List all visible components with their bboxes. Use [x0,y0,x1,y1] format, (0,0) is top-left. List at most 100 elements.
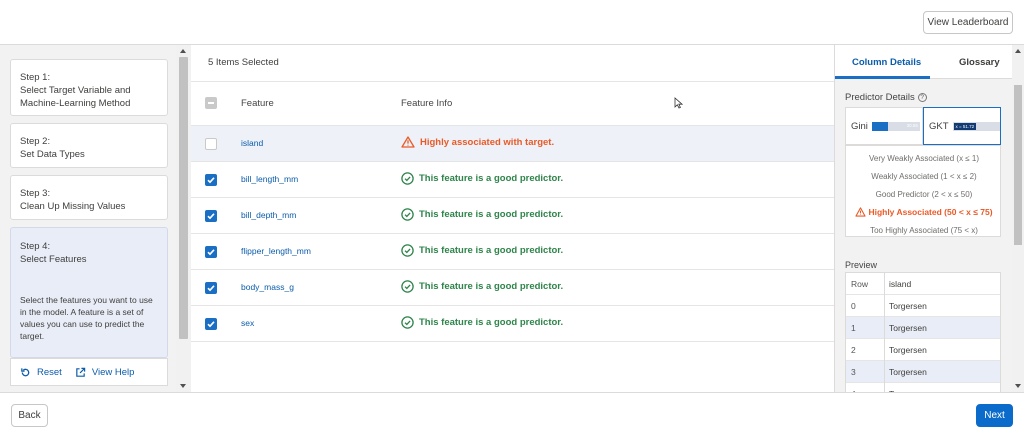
mouse-cursor-icon [674,97,683,109]
feature-name[interactable]: bill_length_mm [241,174,298,184]
select-all-checkbox[interactable] [205,97,217,109]
preview-row: 3 Torgersen [846,361,1000,383]
scroll-up-arrow-icon[interactable] [180,49,186,53]
scroll-down-arrow-icon[interactable] [180,384,186,388]
feature-info: This feature is a good predictor. [401,244,563,257]
step-actions: Reset View Help [10,358,168,386]
top-bar: View Leaderboard [0,0,1024,45]
predictor-details-title: Predictor Details ? [845,92,927,103]
gini-bar: 30.55 [871,121,920,131]
row-checkbox[interactable] [205,282,217,294]
check-circle-icon [401,316,414,329]
feature-info-text: This feature is a good predictor. [419,173,564,184]
feature-info: This feature is a good predictor. [401,172,563,185]
legend-too-high: Too Highly Associated (75 < x) [870,226,978,235]
step-title: Clean Up Missing Values [20,201,126,212]
preview-col-island: island [889,279,912,289]
table-row[interactable]: body_mass_g This feature is a good predic… [191,270,834,306]
preview-row: 1 Torgersen [846,317,1000,339]
tab-glossary[interactable]: Glossary [959,57,1000,68]
preview-row-index: 0 [851,301,856,311]
step-number: Step 1: [20,72,51,83]
row-checkbox[interactable] [205,174,217,186]
feature-info-text: This feature is a good predictor. [419,317,564,328]
table-row[interactable]: bill_length_mm This feature is a good pre… [191,162,834,198]
col-header-feature-info: Feature Info [401,98,453,109]
step-1-card[interactable]: Step 1: Select Target Variable and Machi… [10,59,168,116]
preview-header-row: Row island [846,273,1000,295]
preview-row-value: Torgersen [889,301,927,311]
gkt-metric[interactable]: GKT x = 51.72 [923,107,1001,145]
gini-metric[interactable]: Gini 30.55 [845,107,923,145]
gkt-label: GKT [929,120,949,132]
help-icon[interactable]: ? [917,93,927,102]
feature-table-area: 5 Items Selected Feature Feature Info is… [191,45,834,392]
reset-link[interactable]: Reset [20,367,62,378]
table-row[interactable]: bill_depth_mm This feature is a good pred… [191,198,834,234]
warning-icon [401,136,415,148]
scrollbar-thumb[interactable] [179,57,188,339]
external-link-icon [76,367,86,377]
step-number: Step 3: [20,188,51,199]
gini-bar-fill [871,121,888,131]
preview-title: Preview [845,260,878,270]
preview-row-index: 3 [851,367,856,377]
check-circle-icon [401,244,414,257]
table-row[interactable]: sex This feature is a good predictor. [191,306,834,342]
next-button[interactable]: Next [976,404,1013,427]
association-legend: Very Weakly Associated (x ≤ 1) Weakly As… [845,145,1001,237]
view-help-link[interactable]: View Help [75,366,135,378]
row-checkbox[interactable] [205,246,217,258]
preview-row: 2 Torgersen [846,339,1000,361]
preview-row-value: Torgersen [889,323,927,333]
details-tabs: Column Details Glossary [835,45,1012,79]
preview-row-index: 1 [851,323,856,333]
preview-col-row: Row [851,279,869,289]
legend-weak: Weakly Associated (1 < x ≤ 2) [871,172,977,181]
legend-high-label: Highly Associated (50 < x ≤ 75) [868,207,993,217]
step-3-card[interactable]: Step 3: Clean Up Missing Values [10,175,168,220]
steps-scrollbar[interactable] [176,45,191,392]
feature-name[interactable]: island [241,138,263,148]
step-2-card[interactable]: Step 2: Set Data Types [10,123,168,168]
preview-row: 4Torgersen [846,383,1000,392]
feature-name[interactable]: body_mass_g [241,282,294,292]
step-number: Step 4: [20,241,51,252]
scroll-up-arrow-icon[interactable] [1014,49,1021,53]
feature-info-text: Highly associated with target. [420,136,555,148]
reset-icon [21,367,30,376]
step-title: Select Target Variable and Machine-Learn… [20,85,131,109]
feature-info: This feature is a good predictor. [401,316,563,329]
details-scrollbar[interactable] [1012,45,1024,392]
row-checkbox[interactable] [205,210,217,222]
view-leaderboard-button[interactable]: View Leaderboard [923,11,1013,34]
scroll-down-arrow-icon[interactable] [1014,384,1021,388]
table-row[interactable]: island Highly associated with target. [191,126,834,162]
table-row[interactable]: flipper_length_mm This feature is a good … [191,234,834,270]
preview-row-value: Torgersen [889,367,927,377]
view-help-label: View Help [91,366,135,378]
details-panel: Column Details Glossary Predictor Detail… [834,45,1012,392]
step-description: Select the features you want to use in t… [20,295,153,341]
feature-name[interactable]: bill_depth_mm [241,210,296,220]
feature-info-text: This feature is a good predictor. [419,209,564,220]
step-4-card[interactable]: Step 4: Select Features Select the featu… [10,227,168,358]
step-title: Select Features [20,254,87,265]
preview-table: Row island 0 Torgersen 1 Torgersen 2 Torgerse… [845,272,1001,392]
gini-label: Gini [851,120,868,132]
selected-count: 5 Items Selected [208,57,279,68]
feature-name[interactable]: flipper_length_mm [241,246,311,256]
column-details-body: Predictor Details ? Gini 30.55 GKT x = 5… [835,79,1012,392]
table-header: Feature Feature Info [191,81,834,126]
back-button[interactable]: Back [11,404,48,427]
feature-name[interactable]: sex [241,318,254,328]
legend-very-weak: Very Weakly Associated (x ≤ 1) [868,154,980,163]
col-header-feature: Feature [241,98,274,109]
row-checkbox[interactable] [205,138,217,150]
scrollbar-thumb[interactable] [1014,85,1022,245]
tab-column-details[interactable]: Column Details [852,57,921,68]
warning-icon [855,207,867,217]
feature-info: This feature is a good predictor. [401,208,563,221]
gkt-value: x = 51.72 [953,122,977,130]
row-checkbox[interactable] [205,318,217,330]
